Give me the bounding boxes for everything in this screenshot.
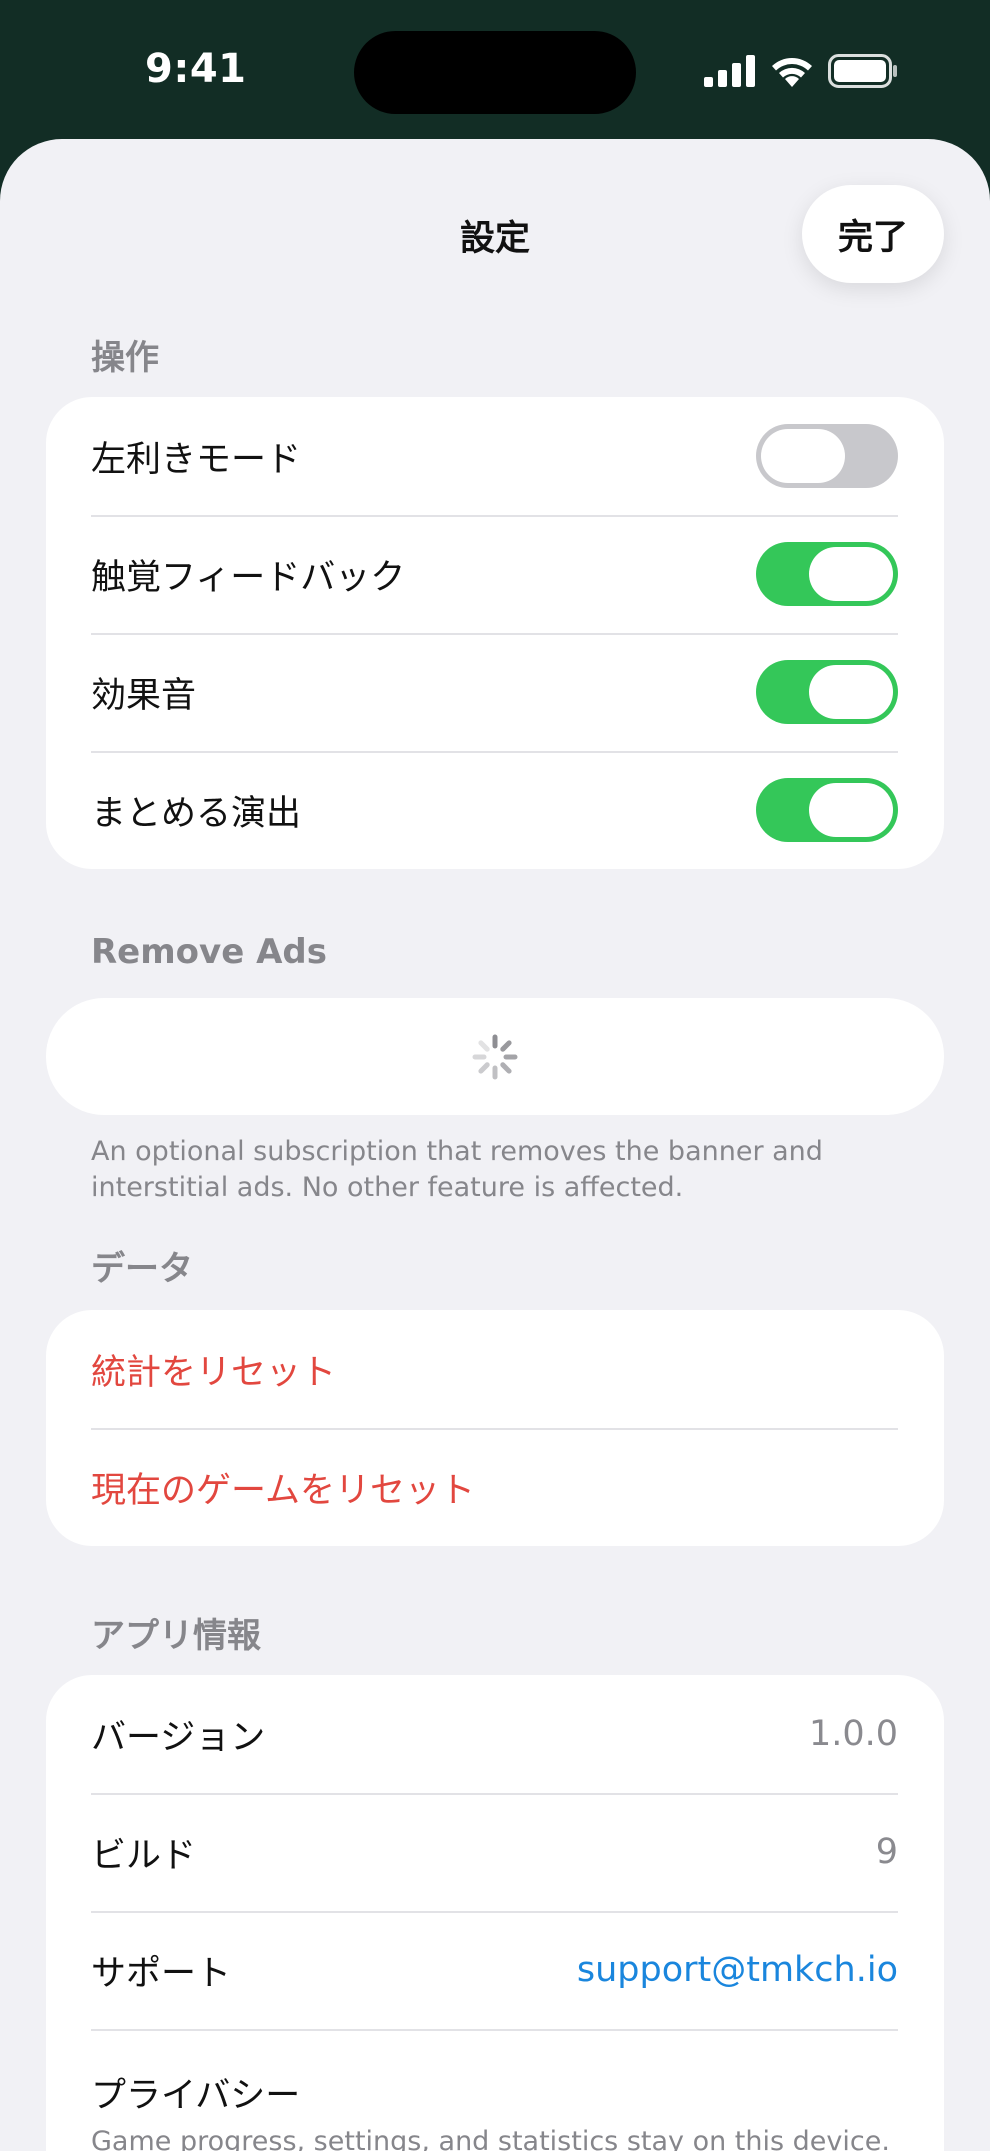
row-label: 触覚フィードバック (91, 557, 406, 598)
row-label: 統計をリセット (91, 1352, 337, 1393)
row-label: 現在のゲームをリセット (91, 1470, 475, 1511)
loading-spinner-icon (472, 1034, 518, 1079)
screen: 9:41 設定 完了 操作 左利きモード 触覚フィードバック 効果音 まとめる演… (0, 0, 990, 2151)
merge-animation-toggle[interactable] (756, 778, 898, 842)
haptic-feedback-row[interactable]: 触覚フィードバック (46, 515, 944, 633)
reset-stats-button[interactable]: 統計をリセット (46, 1310, 944, 1428)
toggle-knob (809, 547, 893, 601)
privacy-title: プライバシー (91, 2076, 301, 2116)
build-row: ビルド 9 (46, 1793, 944, 1911)
cellular-signal-icon (704, 55, 755, 87)
section-header-data: データ (91, 1249, 193, 1289)
remove-ads-card (46, 998, 944, 1115)
data-card: 統計をリセット 現在のゲームをリセット (46, 1310, 944, 1546)
haptic-feedback-toggle[interactable] (756, 542, 898, 606)
remove-ads-footnote: An optional subscription that removes th… (91, 1136, 823, 1203)
row-label: ビルド (91, 1835, 197, 1876)
done-button[interactable]: 完了 (802, 185, 944, 283)
dynamic-island (354, 31, 636, 114)
support-email-link[interactable]: support@tmkch.io (577, 1950, 898, 1990)
version-row: バージョン 1.0.0 (46, 1675, 944, 1793)
build-value: 9 (875, 1832, 898, 1872)
section-header-app-info: アプリ情報 (91, 1616, 261, 1656)
left-handed-mode-toggle[interactable] (756, 424, 898, 488)
row-label: まとめる演出 (91, 793, 302, 834)
status-time: 9:41 (145, 46, 247, 92)
toggle-knob (809, 665, 893, 719)
app-info-card: バージョン 1.0.0 ビルド 9 サポート support@tmkch.io … (46, 1675, 944, 2151)
row-label: バージョン (91, 1717, 266, 1758)
toggle-knob (809, 783, 893, 837)
left-handed-mode-row[interactable]: 左利きモード (46, 397, 944, 515)
reset-current-game-button[interactable]: 現在のゲームをリセット (46, 1428, 944, 1546)
controls-card: 左利きモード 触覚フィードバック 効果音 まとめる演出 (46, 397, 944, 869)
row-label: サポート (91, 1953, 232, 1994)
sound-effects-row[interactable]: 効果音 (46, 633, 944, 751)
section-header-remove-ads: Remove Ads (91, 932, 327, 972)
sound-effects-toggle[interactable] (756, 660, 898, 724)
section-header-controls: 操作 (91, 338, 159, 378)
row-label: 効果音 (91, 675, 197, 716)
support-row: サポート support@tmkch.io (46, 1911, 944, 2029)
privacy-description: Game progress, settings, and statistics … (91, 2126, 890, 2151)
row-label: 左利きモード (91, 439, 302, 480)
battery-icon (828, 54, 897, 88)
privacy-row: プライバシー Game progress, settings, and stat… (46, 2029, 944, 2151)
status-icons (704, 54, 898, 88)
merge-animation-row[interactable]: まとめる演出 (46, 751, 944, 869)
toggle-knob (761, 429, 845, 483)
wifi-icon (772, 58, 812, 87)
version-value: 1.0.0 (808, 1714, 898, 1754)
